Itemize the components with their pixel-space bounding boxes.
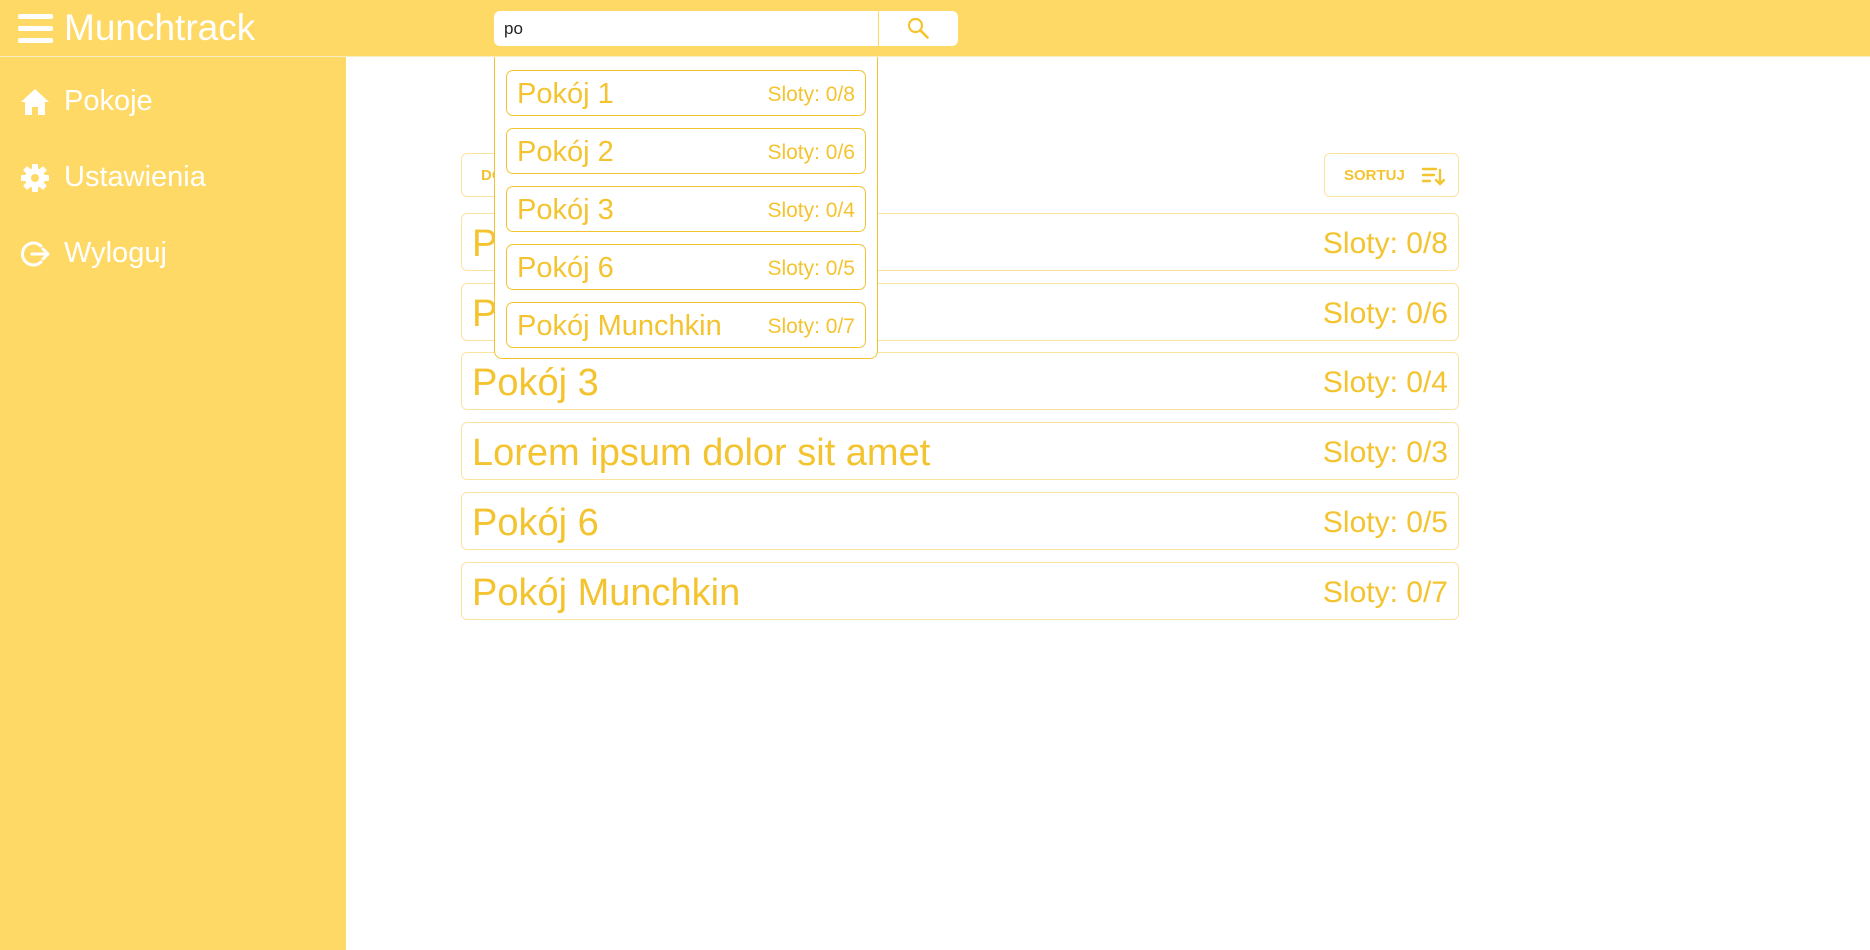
room-slots: Sloty: 0/4 (1322, 366, 1448, 399)
suggestion-slots: Sloty: 0/8 (767, 83, 855, 106)
room-row[interactable]: Pokój Munchkin Sloty: 0/7 (461, 562, 1459, 620)
logout-icon (21, 241, 50, 267)
suggestion-name: Pokój 1 (517, 78, 614, 110)
room-name: Lorem ipsum dolor sit amet (472, 432, 931, 474)
room-row[interactable]: Pokój 6 Sloty: 0/5 (461, 492, 1459, 550)
suggestion-item[interactable]: Pokój 1 Sloty: 0/8 (506, 70, 866, 116)
menu-icon[interactable] (18, 14, 53, 44)
room-slots: Sloty: 0/8 (1322, 227, 1448, 260)
suggestion-name: Pokój 3 (517, 194, 614, 226)
suggestion-name: Pokój 2 (517, 136, 614, 168)
room-slots: Sloty: 0/5 (1322, 506, 1448, 539)
suggestion-slots: Sloty: 0/6 (767, 141, 855, 164)
search-suggestions-dropdown: Pokój 1 Sloty: 0/8 Pokój 2 Sloty: 0/6 Po… (494, 57, 878, 359)
room-name: Pokój 3 (472, 362, 599, 404)
sidebar-item-logout[interactable]: Wyloguj (0, 223, 346, 283)
room-slots: Sloty: 0/7 (1322, 576, 1448, 609)
suggestion-item[interactable]: Pokój 3 Sloty: 0/4 (506, 186, 866, 232)
sidebar: Pokoje Ustawienia Wyloguj (0, 57, 346, 950)
room-slots: Sloty: 0/3 (1322, 436, 1448, 469)
suggestion-item[interactable]: Pokój Munchkin Sloty: 0/7 (506, 302, 866, 348)
sidebar-item-label: Pokoje (64, 85, 153, 117)
search-input[interactable] (494, 11, 878, 46)
sidebar-item-label: Ustawienia (64, 161, 206, 193)
sidebar-item-label: Wyloguj (64, 237, 167, 269)
sort-label: SORTUJ (1344, 167, 1405, 184)
search-button[interactable] (879, 11, 958, 46)
suggestion-name: Pokój 6 (517, 252, 614, 284)
gear-icon (21, 164, 49, 192)
sort-icon (1421, 167, 1445, 186)
room-row[interactable]: Pokój 3 Sloty: 0/4 (461, 352, 1459, 410)
top-bar: Munchtrack (0, 0, 1870, 57)
sidebar-item-rooms[interactable]: Pokoje (0, 71, 346, 131)
room-name: Pokój Munchkin (472, 572, 741, 614)
suggestion-item[interactable]: Pokój 2 Sloty: 0/6 (506, 128, 866, 174)
home-icon (21, 89, 49, 115)
sort-button[interactable]: SORTUJ (1324, 153, 1459, 197)
room-row[interactable]: Lorem ipsum dolor sit amet Sloty: 0/3 (461, 422, 1459, 480)
suggestion-slots: Sloty: 0/7 (767, 315, 855, 338)
sidebar-item-settings[interactable]: Ustawienia (0, 147, 346, 207)
search-icon (907, 17, 929, 39)
suggestion-item[interactable]: Pokój 6 Sloty: 0/5 (506, 244, 866, 290)
app-title: Munchtrack (64, 7, 256, 48)
suggestion-slots: Sloty: 0/4 (767, 199, 855, 222)
suggestion-name: Pokój Munchkin (517, 310, 722, 342)
room-slots: Sloty: 0/6 (1322, 297, 1448, 330)
room-name: Pokój 6 (472, 502, 599, 544)
suggestion-slots: Sloty: 0/5 (767, 257, 855, 280)
